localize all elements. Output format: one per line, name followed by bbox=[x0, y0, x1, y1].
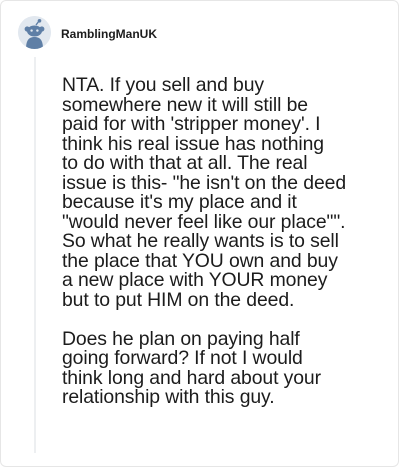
snoo-avatar-icon bbox=[18, 16, 51, 49]
comment-paragraph: NTA. If you sell and buy somewhere new i… bbox=[62, 74, 347, 311]
thread-collapse-line[interactable] bbox=[34, 57, 36, 453]
user-avatar[interactable] bbox=[18, 16, 51, 49]
comment-paragraph: Does he plan on paying half going forwar… bbox=[62, 327, 321, 408]
comment-username[interactable]: RamblingManUK bbox=[61, 27, 157, 41]
comment-card: RamblingManUK NTA. If you sell and buy s… bbox=[0, 0, 399, 467]
comment-body: NTA. If you sell and buy somewhere new i… bbox=[62, 74, 394, 408]
